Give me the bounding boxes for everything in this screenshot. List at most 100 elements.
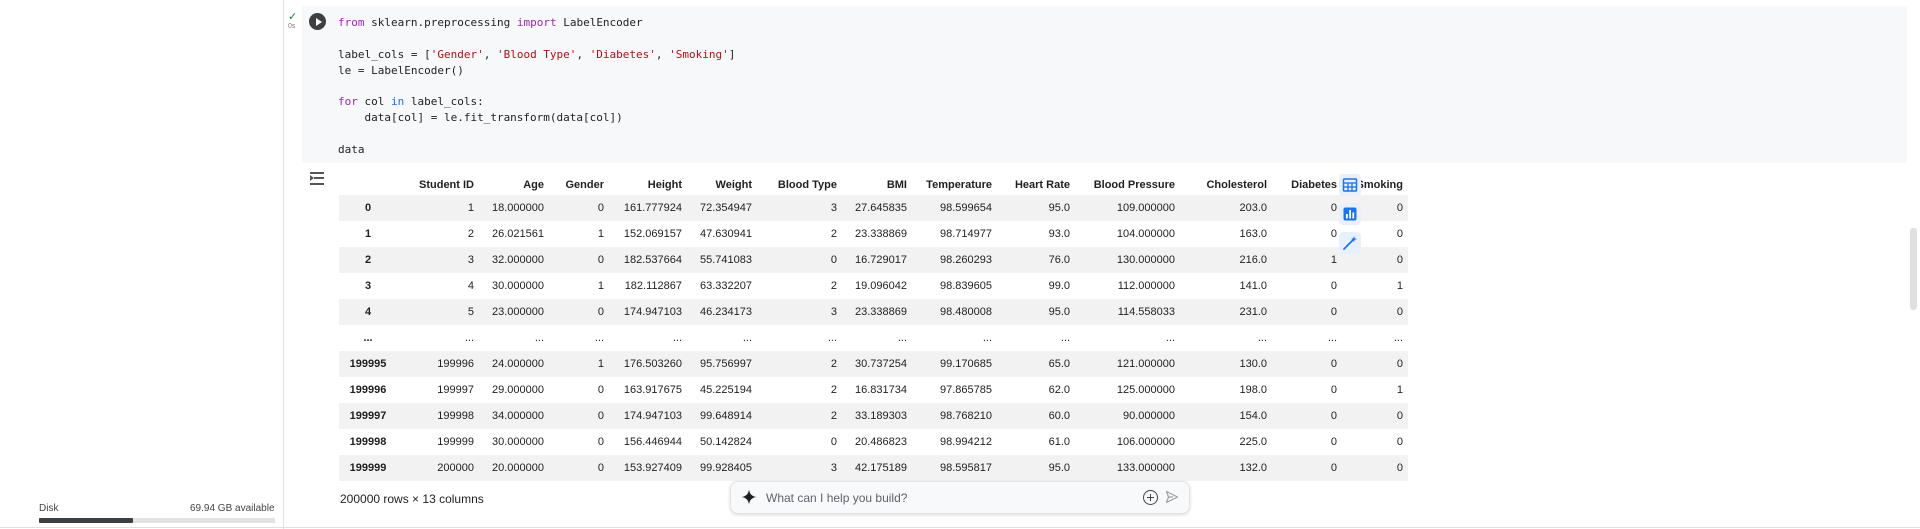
table-cell: 153.927409 (623, 462, 682, 474)
row-index: 199999 (349, 462, 387, 474)
row-index: 199997 (349, 410, 387, 422)
table-cell: 0 (830, 254, 837, 266)
table-cell: 0 (597, 202, 604, 214)
table-row: 3 4 30.000000 1 182.112867 63.332207 2 19.09604… (339, 273, 1408, 299)
table-cell: 2 (830, 280, 837, 292)
table-cell: 0 (597, 384, 604, 396)
table-cell: 30.000000 (492, 280, 544, 292)
table-cell: 95.0 (1048, 202, 1070, 214)
ai-prompt-input[interactable] (764, 487, 1128, 509)
code-line: from sklearn.preprocessing import LabelE… (338, 16, 643, 29)
table-cell: 0 (1330, 410, 1337, 422)
table-row: 0 1 18.000000 0 161.777924 72.354947 3 27.64583… (339, 195, 1408, 221)
table-cell: 46.234173 (700, 306, 752, 318)
column-header: Gender (565, 178, 604, 191)
table-cell: 16.831734 (855, 384, 907, 396)
table-row: 199996 199997 29.000000 0 163.917675 45.22519… (339, 377, 1408, 403)
table-cell: 98.768210 (940, 410, 992, 422)
table-cell: 20.000000 (492, 462, 544, 474)
table-cell: 125.000000 (1116, 384, 1175, 396)
row-index: 3 (364, 280, 372, 292)
code-token: ] (728, 47, 736, 61)
table-cell: 30.737254 (855, 358, 907, 370)
table-cell: 0 (597, 306, 604, 318)
code-token: sklearn.preprocessing (364, 16, 517, 29)
run-cell-button[interactable] (309, 13, 326, 30)
table-cell: 0 (1396, 358, 1403, 370)
table-row: 4 5 23.000000 0 174.947103 46.234173 3 23.33886… (339, 299, 1408, 325)
table-cell: 0 (1396, 306, 1403, 318)
table-cell: 3 (830, 306, 837, 318)
table-cell: 98.260293 (940, 254, 992, 266)
send-icon[interactable] (1165, 490, 1179, 509)
row-index: ... (363, 332, 373, 344)
code-line: data[col] = le.fit_transform(data[col]) (338, 111, 622, 124)
table-cell: 0 (597, 254, 604, 266)
table-cell: 0 (597, 410, 604, 422)
table-cell: 76.0 (1048, 254, 1070, 266)
table-cell: 61.0 (1048, 436, 1070, 448)
column-header: Age (523, 178, 544, 191)
table-cell: 112.000000 (1117, 280, 1175, 292)
table-cell: 19.096042 (855, 280, 907, 292)
column-header: Diabetes (1291, 178, 1337, 191)
table-cell: 98.839605 (940, 280, 992, 292)
table-cell: 203.0 (1239, 202, 1267, 214)
table-cell: 114.558033 (1117, 306, 1175, 318)
table-cell: 0 (597, 462, 604, 474)
table-cell: 4 (467, 280, 474, 292)
table-cell: 98.595817 (940, 462, 992, 474)
left-panel: Disk 69.94 GB available (0, 0, 284, 529)
table-cell: 0 (1330, 306, 1337, 318)
code-editor[interactable]: from sklearn.preprocessing import LabelE… (338, 15, 735, 158)
table-cell: 174.947103 (623, 306, 682, 318)
table-row: ........................................… (339, 325, 1408, 351)
table-cell: 182.112867 (624, 280, 682, 292)
table-cell: ... (827, 332, 837, 344)
table-cell: 32.000000 (492, 254, 544, 266)
column-header: BMI (886, 178, 907, 191)
disk-usage-bar (39, 518, 275, 523)
table-cell: 1 (1396, 384, 1403, 396)
row-index: 0 (364, 202, 372, 214)
table-cell: 2 (830, 358, 837, 370)
column-header: Temperature (926, 178, 992, 191)
table-cell: 63.332207 (700, 280, 752, 292)
table-cell: 1 (597, 280, 604, 292)
column-header: Height (647, 178, 682, 191)
add-icon[interactable] (1143, 490, 1158, 505)
table-cell: ... (982, 332, 992, 344)
table-cell: 27.645835 (855, 202, 907, 214)
table-cell: 26.021561 (492, 228, 544, 240)
code-token: from (338, 16, 365, 29)
table-cell: 55.741083 (700, 254, 752, 266)
table-cell: 106.000000 (1116, 436, 1175, 448)
code-token: 'Blood Type' (496, 47, 577, 61)
table-cell: 98.599654 (940, 202, 992, 214)
scrollbar[interactable] (1910, 228, 1917, 310)
table-cell: 141.0 (1239, 280, 1267, 292)
table-cell: 95.0 (1048, 462, 1070, 474)
row-index: 199995 (349, 358, 387, 370)
table-cell: 72.354947 (700, 202, 752, 214)
table-cell: 0 (1330, 202, 1337, 214)
output-actions-icon[interactable] (310, 172, 326, 186)
table-row: 199995 199996 24.000000 1 176.503260 95.75699… (339, 351, 1408, 377)
column-header (339, 174, 397, 195)
table-cell: ... (594, 332, 604, 344)
magic-wand-icon[interactable] (1339, 232, 1361, 254)
table-cell: 0 (1396, 436, 1403, 448)
column-header: Blood Type (777, 178, 837, 191)
table-cell: 161.777924 (623, 202, 682, 214)
table-cell: 24.000000 (492, 358, 544, 370)
code-token: , (483, 47, 497, 61)
table-cell: ... (1393, 332, 1403, 344)
table-icon[interactable] (1339, 174, 1361, 196)
chart-icon[interactable] (1339, 203, 1361, 225)
table-cell: 50.142824 (700, 436, 752, 448)
table-cell: 47.630941 (700, 228, 752, 240)
divider (0, 527, 1920, 528)
code-token: 'Smoking' (669, 47, 729, 61)
table-cell: 130.0 (1239, 358, 1267, 370)
table-cell: ... (534, 332, 544, 344)
